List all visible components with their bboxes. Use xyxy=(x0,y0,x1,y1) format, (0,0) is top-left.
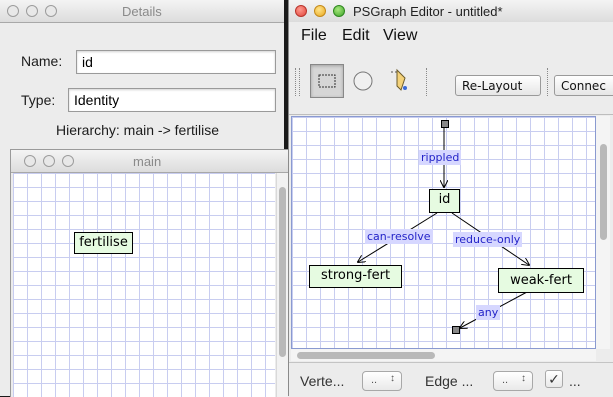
node-fertilise[interactable]: fertilise xyxy=(74,232,133,254)
checkmark-icon: ✓ xyxy=(548,371,560,387)
name-label: Name: xyxy=(21,53,63,69)
minimize-button[interactable] xyxy=(26,5,38,17)
type-field[interactable]: Identity xyxy=(68,88,276,112)
input-terminal[interactable] xyxy=(441,120,449,128)
close-button[interactable] xyxy=(24,155,36,167)
output-terminal[interactable] xyxy=(452,326,460,334)
zoom-button[interactable] xyxy=(45,5,57,17)
minimize-button[interactable] xyxy=(43,155,55,167)
edge-label-reduce-only[interactable]: reduce-only xyxy=(453,232,523,247)
add-edge-tool-button[interactable] xyxy=(383,64,417,98)
window-title: main xyxy=(133,154,162,169)
relayout-button[interactable]: Re-Layout xyxy=(455,75,541,96)
toolbar-separator xyxy=(426,68,427,96)
circle-vertex-icon xyxy=(353,71,373,91)
main-window: main fertilise xyxy=(10,149,289,397)
main-titlebar[interactable]: main xyxy=(11,150,289,173)
menu-bar: File Edit View xyxy=(289,22,613,48)
add-vertex-tool-button[interactable] xyxy=(347,64,381,98)
vertex-type-select[interactable]: .. ↕ xyxy=(362,371,402,391)
toolbar-grip[interactable] xyxy=(295,68,296,96)
vertex-type-label: Verte... xyxy=(300,373,345,389)
select-rectangle-icon xyxy=(318,74,336,88)
main-graph-canvas[interactable]: fertilise xyxy=(13,173,275,397)
node-strong-fert[interactable]: strong-fert xyxy=(309,265,402,288)
edge-label-can-resolve[interactable]: can-resolve xyxy=(365,229,433,244)
scroll-thumb[interactable] xyxy=(279,187,286,357)
vertex-type-value: .. xyxy=(371,374,378,386)
menu-view[interactable]: View xyxy=(383,27,417,45)
name-field[interactable]: id xyxy=(76,50,276,74)
window-title: Details xyxy=(122,4,162,19)
scroll-thumb[interactable] xyxy=(600,144,607,240)
stepper-icon: ↕ xyxy=(390,373,395,384)
status-bar: Verte... .. ↕ Edge ... .. ↕ ✓ ... xyxy=(289,362,613,397)
close-button[interactable] xyxy=(7,5,19,17)
editor-window: PSGraph Editor - untitled* File Edit Vie… xyxy=(288,0,613,397)
edge-type-label: Edge ... xyxy=(425,373,474,389)
details-titlebar[interactable]: Details xyxy=(0,0,284,23)
node-weak-fert[interactable]: weak-fert xyxy=(498,268,584,293)
edge-type-select[interactable]: .. ↕ xyxy=(493,371,533,391)
zoom-button[interactable] xyxy=(62,155,74,167)
hierarchy-text: Hierarchy: main -> fertilise xyxy=(56,122,219,138)
main-vertical-scrollbar[interactable] xyxy=(276,173,288,397)
select-tool-button[interactable] xyxy=(310,64,344,98)
minimize-button[interactable] xyxy=(314,5,326,17)
graph-vertical-scrollbar[interactable] xyxy=(596,116,610,349)
edge-type-value: .. xyxy=(502,374,509,386)
edge-label-rippled[interactable]: rippled xyxy=(419,150,462,165)
node-id[interactable]: id xyxy=(429,189,460,213)
zoom-button[interactable] xyxy=(333,5,345,17)
graph-canvas[interactable]: id strong-fert weak-fert rippled can-res… xyxy=(291,116,596,349)
window-title: PSGraph Editor - untitled* xyxy=(353,4,503,19)
scroll-thumb[interactable] xyxy=(297,352,435,359)
toolbar-grip[interactable] xyxy=(299,68,300,96)
stepper-icon: ↕ xyxy=(521,373,526,384)
menu-file[interactable]: File xyxy=(301,27,327,45)
menu-edit[interactable]: Edit xyxy=(342,27,370,45)
checkbox[interactable]: ✓ xyxy=(545,370,563,388)
checkbox-label: ... xyxy=(569,373,581,389)
connect-button[interactable]: Connec xyxy=(554,75,613,96)
editor-titlebar[interactable]: PSGraph Editor - untitled* xyxy=(289,0,613,23)
type-label: Type: xyxy=(21,92,56,108)
toolbar-separator xyxy=(547,68,548,96)
toolbar: Re-Layout Connec xyxy=(289,48,613,115)
close-button[interactable] xyxy=(295,5,307,17)
edge-pen-icon xyxy=(391,68,407,91)
graph-horizontal-scrollbar[interactable] xyxy=(291,349,596,361)
edge-label-any[interactable]: any xyxy=(476,305,501,320)
